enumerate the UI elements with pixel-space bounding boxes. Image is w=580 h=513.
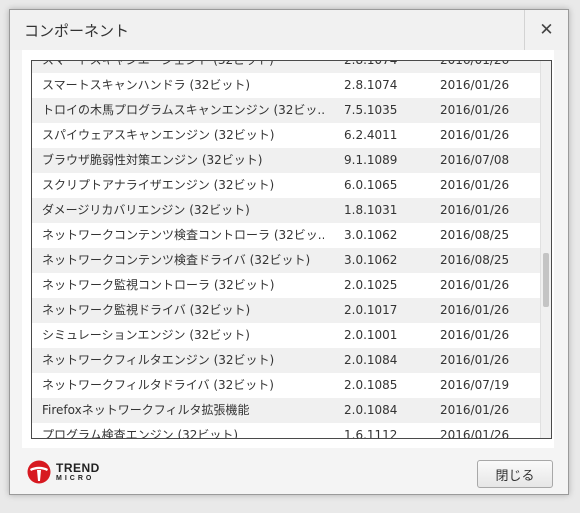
component-version: 1.6.1112 <box>344 428 398 439</box>
logo-text-micro: MICRO <box>56 475 95 482</box>
component-date: 2016/01/26 <box>440 303 510 317</box>
list-item[interactable]: ダメージリカバリエンジン (32ビット) 1.8.1031 2016/01/26 <box>32 198 540 223</box>
component-date: 2016/01/26 <box>440 428 510 439</box>
component-name: ブラウザ脆弱性対策エンジン (32ビット) <box>42 153 263 167</box>
component-version: 2.0.1084 <box>344 353 398 367</box>
component-date: 2016/07/08 <box>440 153 510 167</box>
component-name: スマートスキャンハンドラ (32ビット) <box>42 78 251 92</box>
component-version: 6.0.1065 <box>344 178 398 192</box>
component-version: 2.0.1017 <box>344 303 398 317</box>
component-name: Firefoxネットワークフィルタ拡張機能 <box>42 403 250 417</box>
list-item[interactable]: ブラウザ脆弱性対策エンジン (32ビット) 9.1.1089 2016/07/08 <box>32 148 540 173</box>
component-name: スクリプトアナライザエンジン (32ビット) <box>42 178 275 192</box>
component-date: 2016/08/25 <box>440 253 510 267</box>
component-name: ネットワークコンテンツ検査ドライバ (32ビット) <box>42 253 311 267</box>
dialog-title: コンポーネント <box>24 22 130 40</box>
component-version: 7.5.1035 <box>344 103 398 117</box>
component-version: 2.8.1074 <box>344 60 398 67</box>
component-name: プログラム検査エンジン (32ビット) <box>42 428 239 439</box>
component-name: シミュレーションエンジン (32ビット) <box>42 328 250 342</box>
component-date: 2016/01/26 <box>440 203 510 217</box>
component-date: 2016/07/19 <box>440 378 510 392</box>
component-date: 2016/01/26 <box>440 403 510 417</box>
content-area: スマートスキャンエージェント (32ビット) 2.8.1074 2016/01/26… <box>22 50 554 448</box>
dialog-footer: TREND MICRO 閉じる <box>10 448 568 494</box>
title-bar: コンポーネント ✕ <box>10 10 568 50</box>
vertical-scrollbar[interactable] <box>540 61 551 438</box>
list-item[interactable]: トロイの木馬プログラムスキャンエンジン (32ビッ... 7.5.1035 2016… <box>32 98 540 123</box>
trend-micro-logo-icon <box>27 460 51 484</box>
component-date: 2016/01/26 <box>440 128 510 142</box>
scrollbar-thumb[interactable] <box>543 253 549 307</box>
list-item[interactable]: ネットワークコンテンツ検査ドライバ (32ビット) 3.0.1062 2016/08… <box>32 248 540 273</box>
component-version: 2.8.1074 <box>344 78 398 92</box>
trend-micro-logo: TREND MICRO <box>27 460 100 484</box>
component-date: 2016/08/25 <box>440 228 510 242</box>
component-version: 2.0.1084 <box>344 403 398 417</box>
list-item[interactable]: プログラム検査エンジン (32ビット) 1.6.1112 2016/01/26 <box>32 423 540 439</box>
components-dialog: コンポーネント ✕ スマートスキャンエージェント (32ビット) 2.8.1074… <box>9 9 569 495</box>
component-name: ネットワークフィルタエンジン (32ビット) <box>42 353 275 367</box>
component-date: 2016/01/26 <box>440 60 510 67</box>
component-name: スマートスキャンエージェント (32ビット) <box>42 60 274 67</box>
component-version: 2.0.1001 <box>344 328 398 342</box>
component-version: 1.8.1031 <box>344 203 398 217</box>
list-item[interactable]: スパイウェアスキャンエンジン (32ビット) 6.2.4011 2016/01/26 <box>32 123 540 148</box>
close-icon: ✕ <box>539 20 554 40</box>
close-button[interactable]: ✕ <box>524 10 568 50</box>
component-date: 2016/01/26 <box>440 178 510 192</box>
list-item[interactable]: Firefoxネットワークフィルタ拡張機能 2.0.1084 2016/01/26 <box>32 398 540 423</box>
component-version: 3.0.1062 <box>344 253 398 267</box>
list-item[interactable]: ネットワーク監視コントローラ (32ビット) 2.0.1025 2016/01/26 <box>32 273 540 298</box>
component-name: ネットワーク監視コントローラ (32ビット) <box>42 278 275 292</box>
list-item[interactable]: シミュレーションエンジン (32ビット) 2.0.1001 2016/01/26 <box>32 323 540 348</box>
list-item[interactable]: スマートスキャンハンドラ (32ビット) 2.8.1074 2016/01/26 <box>32 73 540 98</box>
component-name: ネットワークコンテンツ検査コントローラ (32ビッ... <box>42 228 324 242</box>
component-date: 2016/01/26 <box>440 103 510 117</box>
component-date: 2016/01/26 <box>440 278 510 292</box>
list-item[interactable]: スマートスキャンエージェント (32ビット) 2.8.1074 2016/01/26 <box>32 60 540 73</box>
component-version: 9.1.1089 <box>344 153 398 167</box>
component-version: 3.0.1062 <box>344 228 398 242</box>
list-item[interactable]: ネットワーク監視ドライバ (32ビット) 2.0.1017 2016/01/26 <box>32 298 540 323</box>
list-item[interactable]: ネットワークフィルタエンジン (32ビット) 2.0.1084 2016/01/26 <box>32 348 540 373</box>
component-version: 6.2.4011 <box>344 128 398 142</box>
close-dialog-button[interactable]: 閉じる <box>477 460 553 488</box>
component-name: スパイウェアスキャンエンジン (32ビット) <box>42 128 275 142</box>
component-version: 2.0.1025 <box>344 278 398 292</box>
component-version: 2.0.1085 <box>344 378 398 392</box>
components-list[interactable]: スマートスキャンエージェント (32ビット) 2.8.1074 2016/01/26… <box>31 60 552 439</box>
component-name: ダメージリカバリエンジン (32ビット) <box>42 203 250 217</box>
list-item[interactable]: スクリプトアナライザエンジン (32ビット) 6.0.1065 2016/01/26 <box>32 173 540 198</box>
component-date: 2016/01/26 <box>440 353 510 367</box>
list-item[interactable]: ネットワークフィルタドライバ (32ビット) 2.0.1085 2016/07/19 <box>32 373 540 398</box>
component-name: ネットワークフィルタドライバ (32ビット) <box>42 378 274 392</box>
component-date: 2016/01/26 <box>440 78 510 92</box>
component-date: 2016/01/26 <box>440 328 510 342</box>
component-name: ネットワーク監視ドライバ (32ビット) <box>42 303 251 317</box>
components-rows: スマートスキャンエージェント (32ビット) 2.8.1074 2016/01/26… <box>32 60 540 439</box>
logo-text-trend: TREND <box>56 461 100 475</box>
component-name: トロイの木馬プログラムスキャンエンジン (32ビッ... <box>42 103 324 117</box>
list-item[interactable]: ネットワークコンテンツ検査コントローラ (32ビッ... 3.0.1062 2016… <box>32 223 540 248</box>
